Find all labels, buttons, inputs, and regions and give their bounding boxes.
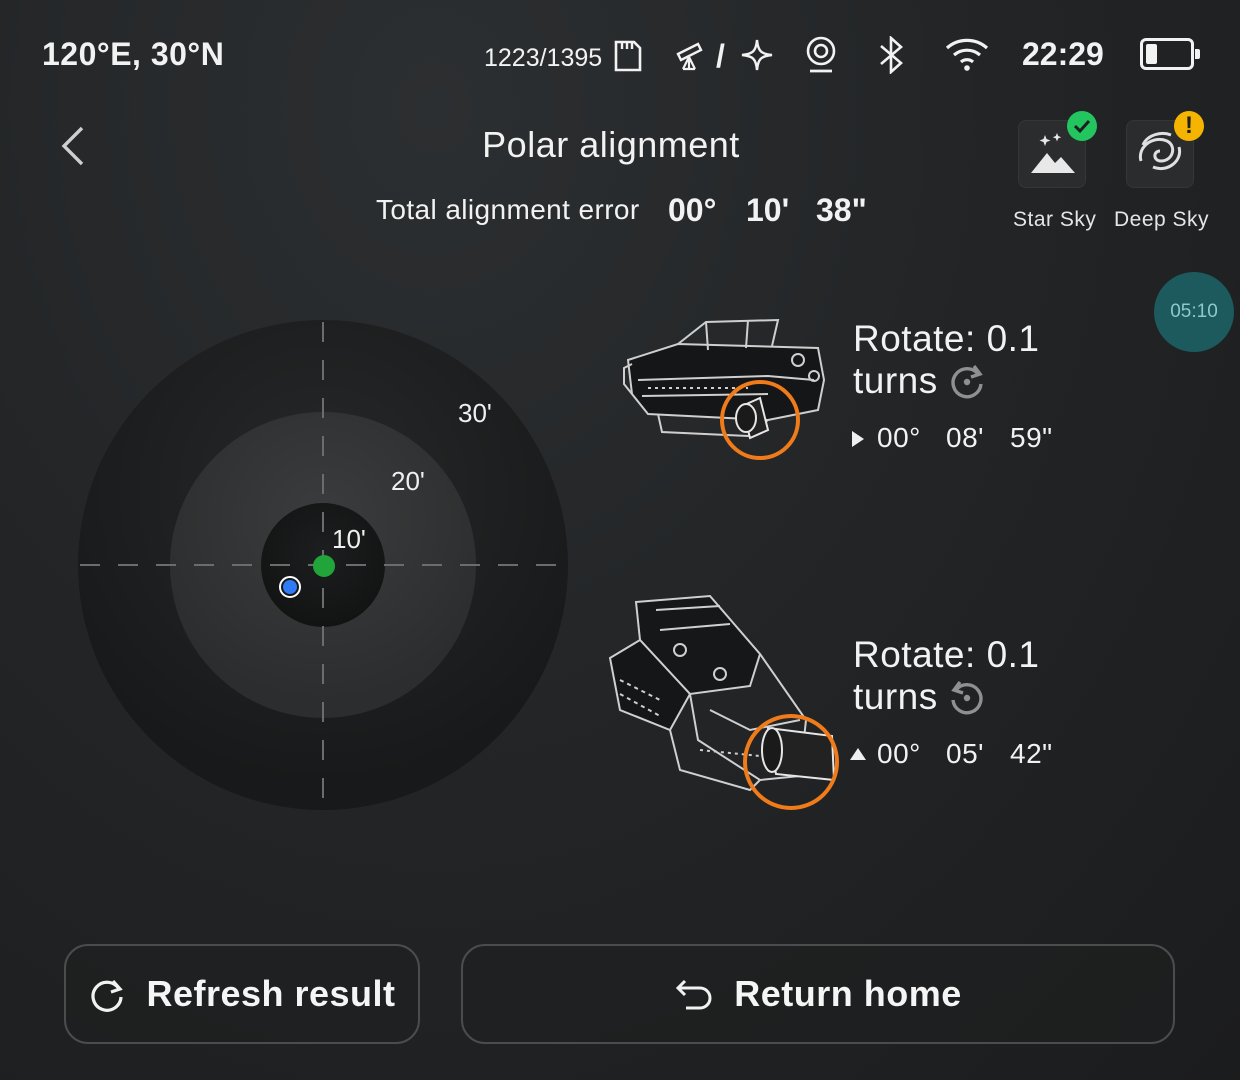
alignment-error-minutes: 10' (746, 192, 790, 228)
azimuth-knob-illustration (623, 318, 826, 460)
sd-card-icon (614, 40, 642, 72)
bluetooth-icon[interactable] (876, 36, 906, 74)
rotate-counterclockwise-icon (950, 680, 983, 715)
ring-label-20: 20' (391, 466, 425, 496)
adjustment-1-unit: turns (853, 360, 938, 401)
battery-icon (1140, 38, 1200, 70)
refresh-result-button[interactable]: Refresh result (64, 944, 420, 1044)
adjustment-1-degrees: 00° (877, 422, 921, 453)
alignment-target (78, 320, 570, 810)
star-sky-ok-icon (1067, 111, 1097, 141)
target-position-dot (283, 580, 297, 594)
return-home-label: Return home (734, 973, 962, 1014)
altitude-knob-illustration (608, 594, 839, 810)
adjustment-1-amount: Rotate: 0.1 (853, 318, 1040, 359)
adjustment-2-instruction: Rotate: 0.1 turns (853, 634, 1040, 718)
adjustment-1-minutes: 08' (946, 422, 984, 453)
return-home-button[interactable]: Return home (461, 944, 1175, 1044)
timer-badge[interactable]: 05:10 (1154, 272, 1234, 352)
clock: 22:29 (1022, 36, 1104, 72)
mount-mode-separator: / (716, 38, 725, 74)
rotate-clockwise-icon (951, 364, 983, 399)
telescope-icon[interactable] (674, 38, 708, 72)
direction-up-icon (849, 746, 867, 762)
adjustment-1-seconds: 59" (1010, 422, 1053, 453)
star-mode-icon[interactable] (740, 38, 774, 72)
ring-label-30: 30' (458, 398, 492, 428)
wifi-icon[interactable] (944, 36, 990, 72)
adjustment-1-instruction: Rotate: 0.1 turns (853, 318, 1040, 402)
camera-icon[interactable] (804, 36, 838, 74)
adjustment-2-seconds: 42" (1010, 738, 1053, 769)
deep-sky-warning-icon: ! (1174, 111, 1204, 141)
current-position-dot (313, 555, 335, 577)
direction-right-icon (850, 430, 866, 448)
adjustment-2-amount: Rotate: 0.1 (853, 634, 1040, 675)
refresh-icon (91, 979, 124, 1012)
ring-label-10: 10' (332, 524, 366, 554)
return-arrow-icon (676, 979, 712, 1010)
adjustment-2-degrees: 00° (877, 738, 921, 769)
battery-level (1146, 44, 1157, 64)
storage-count: 1223/1395 (484, 44, 603, 72)
adjustment-2-minutes: 05' (946, 738, 984, 769)
alignment-error-seconds: 38" (816, 192, 867, 228)
refresh-result-label: Refresh result (146, 973, 396, 1014)
adjustment-2-unit: turns (853, 676, 938, 717)
alignment-error-degrees: 00° (668, 192, 717, 228)
star-sky-label: Star Sky (1013, 208, 1097, 231)
alignment-error-label: Total alignment error (376, 194, 640, 225)
location-readout: 120°E, 30°N (42, 36, 225, 72)
deep-sky-label: Deep Sky (1114, 208, 1210, 231)
altitude-knob (761, 726, 836, 782)
